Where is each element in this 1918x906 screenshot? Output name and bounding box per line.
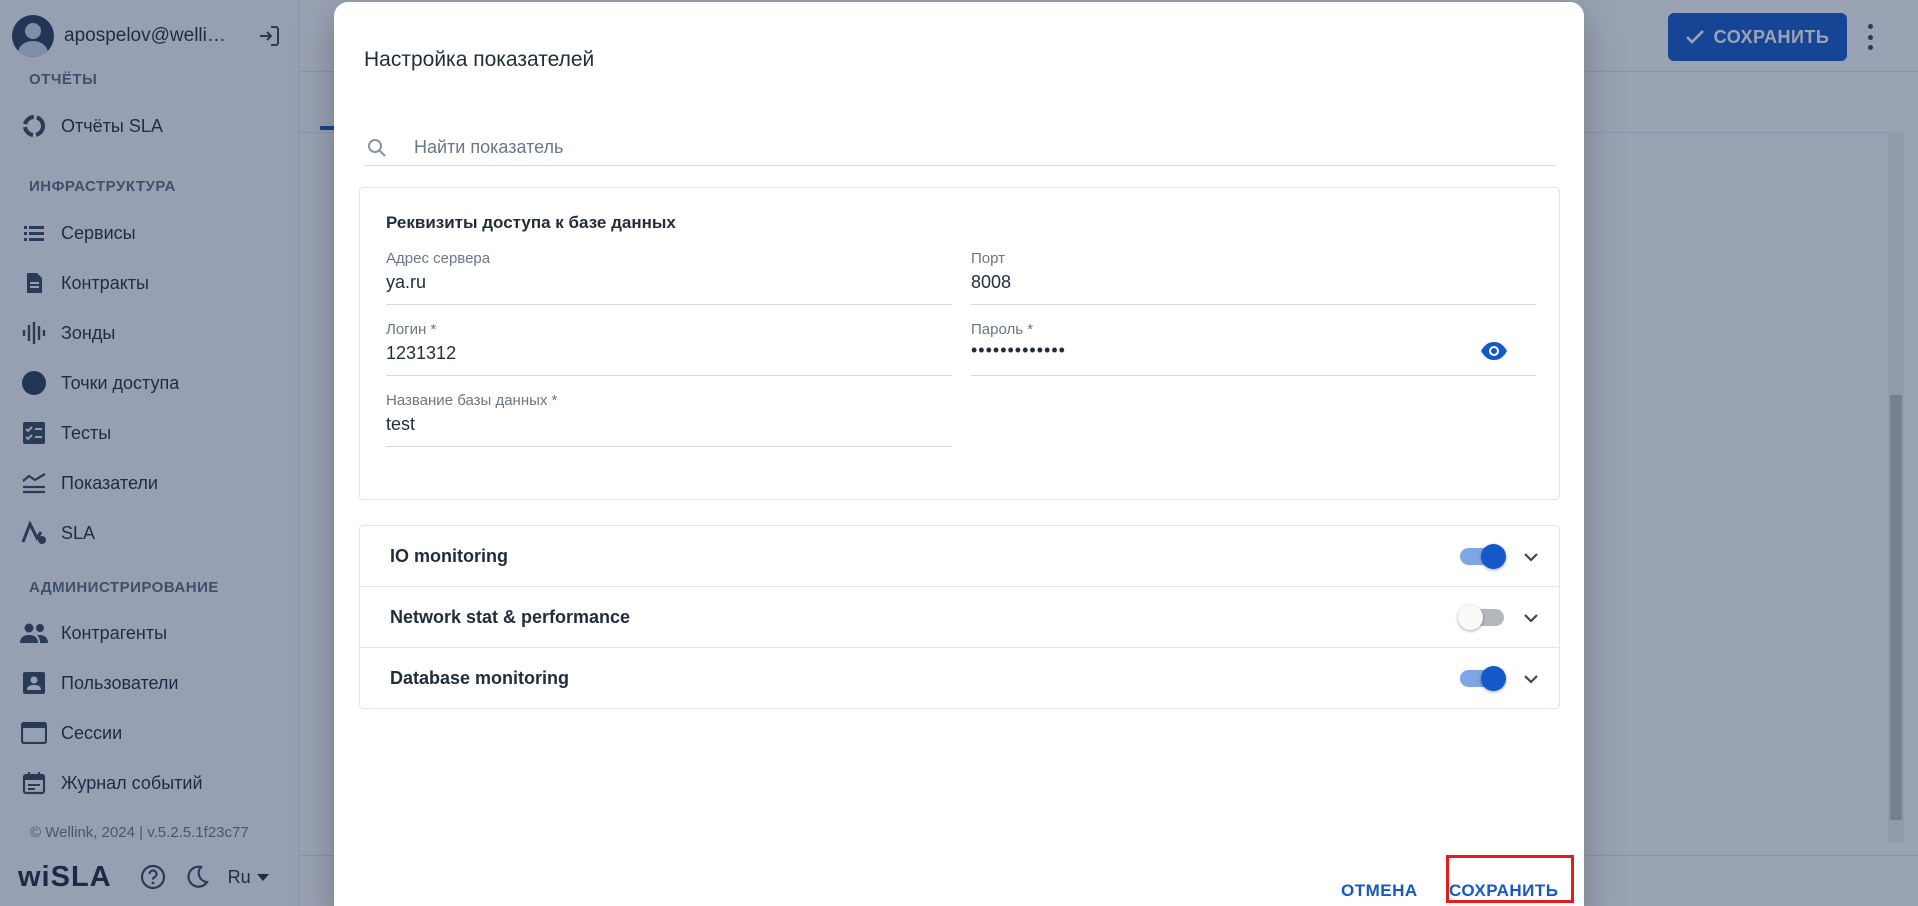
login-label: Логин * — [386, 321, 437, 338]
metric-row-network-stat[interactable]: Network stat & performance — [359, 586, 1560, 648]
chevron-down-icon[interactable] — [1520, 546, 1542, 568]
password-label: Пароль * — [971, 321, 1034, 338]
eye-icon[interactable] — [1480, 341, 1508, 361]
server-address-value: ya.ru — [386, 272, 427, 292]
search-icon — [368, 138, 386, 157]
db-name-field[interactable]: Название базы данных * test — [386, 392, 952, 447]
server-address-field[interactable]: Адрес сервера ya.ru — [386, 250, 952, 305]
dialog-title: Настройка показателей — [364, 48, 595, 71]
highlight-frame — [1446, 855, 1574, 903]
db-name-label: Название базы данных * — [386, 392, 558, 409]
metric-toggle[interactable] — [1458, 665, 1506, 691]
chevron-down-icon[interactable] — [1520, 668, 1542, 690]
password-field[interactable]: Пароль * ••••••••••••• — [971, 321, 1536, 376]
metric-label: IO monitoring — [390, 545, 508, 566]
cancel-button[interactable]: ОТМЕНА — [1341, 881, 1418, 901]
port-label: Порт — [971, 250, 1006, 267]
metric-row-database-monitoring[interactable]: Database monitoring — [359, 647, 1560, 709]
search-field — [364, 130, 1556, 166]
search-input[interactable] — [414, 137, 1514, 158]
db-credentials-card: Реквизиты доступа к базе данных Адрес се… — [359, 187, 1560, 500]
chevron-down-icon[interactable] — [1520, 607, 1542, 629]
port-value: 8008 — [971, 272, 1012, 292]
password-value: ••••••••••••• — [971, 340, 1066, 360]
metric-label: Database monitoring — [390, 667, 570, 688]
port-field[interactable]: Порт 8008 — [971, 250, 1536, 305]
db-card-title: Реквизиты доступа к базе данных — [386, 213, 676, 232]
login-value: 1231312 — [386, 343, 457, 363]
metric-row-io-monitoring[interactable]: IO monitoring — [359, 525, 1560, 587]
metric-toggle[interactable] — [1458, 543, 1506, 569]
metrics-settings-dialog: Настройка показателей Реквизиты доступа … — [334, 2, 1584, 906]
metric-label: Network stat & performance — [390, 606, 631, 627]
db-name-value: test — [386, 414, 416, 434]
server-address-label: Адрес сервера — [386, 250, 491, 267]
metric-toggle[interactable] — [1458, 604, 1506, 630]
login-field[interactable]: Логин * 1231312 — [386, 321, 952, 376]
